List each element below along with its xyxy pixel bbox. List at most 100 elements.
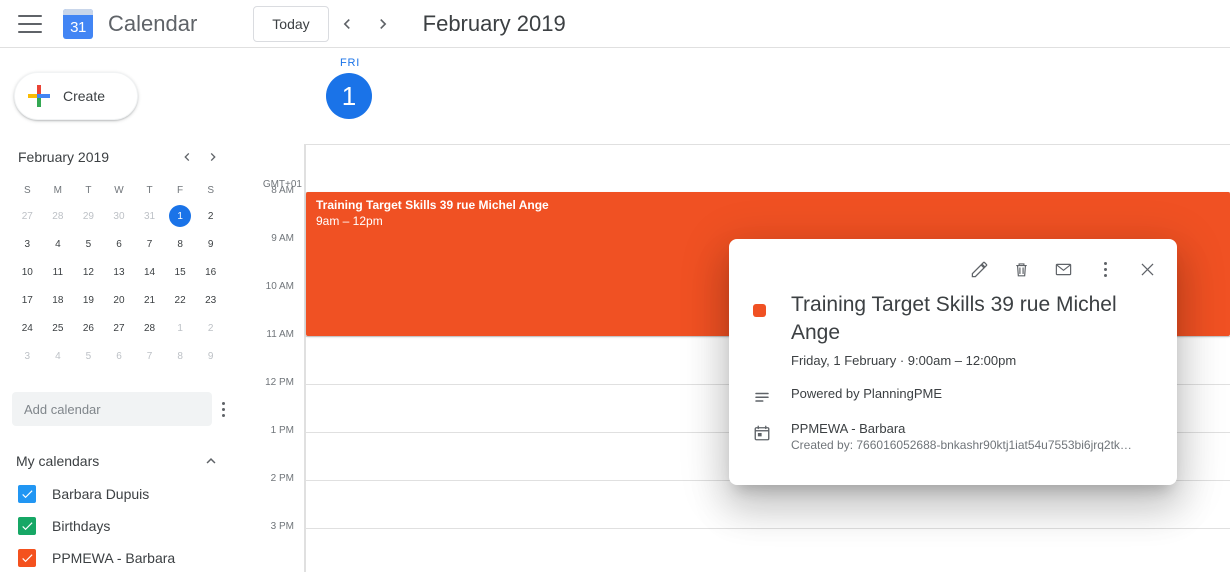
mini-calendar-day[interactable]: 7 xyxy=(134,342,165,370)
mini-calendar-prev-button[interactable] xyxy=(174,144,200,170)
add-calendar-input[interactable] xyxy=(12,392,212,426)
edit-event-button[interactable] xyxy=(959,249,999,289)
calendar-list-item[interactable]: Barbara Dupuis xyxy=(0,478,240,510)
mini-calendar-day[interactable]: 3 xyxy=(12,342,43,370)
mini-calendar-day[interactable]: 15 xyxy=(165,258,196,286)
calendar-icon-wrap xyxy=(753,420,791,442)
my-calendars-collapse-button[interactable] xyxy=(202,452,228,470)
calendar-icon xyxy=(754,425,770,441)
mini-calendar-day[interactable]: 13 xyxy=(104,258,135,286)
mini-calendar-day[interactable]: 21 xyxy=(134,286,165,314)
mini-calendar-next-button[interactable] xyxy=(200,144,226,170)
mini-calendar-day-number: 19 xyxy=(82,294,94,306)
mini-calendar-day[interactable]: 17 xyxy=(12,286,43,314)
mini-calendar-day[interactable]: 1 xyxy=(165,314,196,342)
hamburger-icon[interactable] xyxy=(18,14,42,33)
mini-calendar-day[interactable]: 4 xyxy=(43,230,74,258)
hour-row[interactable]: 2 PM xyxy=(240,473,1230,528)
mini-calendar-day[interactable]: 23 xyxy=(195,286,226,314)
create-button[interactable]: Create xyxy=(14,72,138,120)
hour-row[interactable]: 3 PM xyxy=(240,521,1230,572)
mini-calendar-header: February 2019 xyxy=(12,142,226,172)
calendar-checkbox[interactable] xyxy=(18,517,36,535)
check-icon xyxy=(22,554,33,563)
mini-calendar-day[interactable]: 27 xyxy=(12,202,43,230)
mini-calendar-day[interactable]: 4 xyxy=(43,342,74,370)
hour-row[interactable] xyxy=(240,144,1230,192)
mini-calendar-day[interactable]: 8 xyxy=(165,230,196,258)
google-calendar-logo[interactable]: 31 xyxy=(58,4,98,44)
next-period-button[interactable] xyxy=(365,6,401,42)
mini-calendar-day[interactable]: 12 xyxy=(73,258,104,286)
mini-calendar-day[interactable]: 16 xyxy=(195,258,226,286)
mini-calendar-day[interactable]: 11 xyxy=(43,258,74,286)
mini-calendar-day[interactable]: 2 xyxy=(195,202,226,230)
mini-calendar-day[interactable]: 28 xyxy=(43,202,74,230)
today-button[interactable]: Today xyxy=(253,5,329,42)
mini-calendar-day[interactable]: 18 xyxy=(43,286,74,314)
mini-calendar-day[interactable]: 6 xyxy=(104,342,135,370)
calendar-checkbox[interactable] xyxy=(18,485,36,503)
mini-calendar-day[interactable]: 26 xyxy=(73,314,104,342)
mini-calendar-week-row: 24 25 26 27 28 1 2 xyxy=(12,314,226,342)
mini-calendar-day[interactable]: 3 xyxy=(12,230,43,258)
calendar-name-label: Barbara Dupuis xyxy=(52,486,150,502)
mini-calendar-day[interactable]: 7 xyxy=(134,230,165,258)
calendar-checkbox[interactable] xyxy=(18,549,36,567)
mini-calendar-day[interactable]: 29 xyxy=(73,202,104,230)
mini-calendar-day[interactable]: 9 xyxy=(195,342,226,370)
mini-calendar-day-number: 16 xyxy=(205,266,217,278)
mini-calendar-day[interactable]: 6 xyxy=(104,230,135,258)
popup-title-row: Training Target Skills 39 rue Michel Ang… xyxy=(753,291,1153,369)
mini-calendar-week-row: 3 4 5 6 7 8 9 xyxy=(12,230,226,258)
mini-calendar-week-row: 10 11 12 13 14 15 16 xyxy=(12,258,226,286)
mini-calendar-day-number: 4 xyxy=(55,238,61,250)
mini-calendar-day[interactable]: 27 xyxy=(104,314,135,342)
mini-calendar-day-number: 9 xyxy=(207,238,214,250)
mini-calendar-day-number: 29 xyxy=(82,210,94,222)
calendar-list-item[interactable]: Birthdays xyxy=(0,510,240,542)
mini-calendar-day-number: 3 xyxy=(24,238,31,250)
calendar-list-item[interactable]: PPMEWA - Barbara xyxy=(0,542,240,572)
mini-calendar-day[interactable]: 5 xyxy=(73,230,104,258)
add-calendar-options-icon[interactable] xyxy=(218,396,228,422)
mini-calendar-day[interactable]: 24 xyxy=(12,314,43,342)
mini-calendar-day-number: 10 xyxy=(21,266,33,278)
mini-calendar-day[interactable]: 22 xyxy=(165,286,196,314)
mini-calendar-day-number: 1 xyxy=(169,205,192,227)
mini-calendar-day[interactable]: 28 xyxy=(134,314,165,342)
mini-calendar-day[interactable]: 14 xyxy=(134,258,165,286)
more-options-button[interactable] xyxy=(1085,249,1125,289)
mini-calendar-day[interactable]: 2 xyxy=(195,314,226,342)
mini-calendar-day[interactable]: 25 xyxy=(43,314,74,342)
day-number-badge[interactable]: 1 xyxy=(326,73,372,119)
mini-calendar-day[interactable]: 31 xyxy=(134,202,165,230)
mini-calendar-day-number: 6 xyxy=(116,238,122,250)
close-popup-button[interactable] xyxy=(1127,249,1167,289)
mini-calendar-day[interactable]: 19 xyxy=(73,286,104,314)
event-block-title: Training Target Skills 39 rue Michel Ang… xyxy=(316,198,549,212)
description-icon-wrap xyxy=(753,385,791,407)
mini-calendar-day[interactable]: 8 xyxy=(165,342,196,370)
email-guests-button[interactable] xyxy=(1043,249,1083,289)
mini-calendar-day-number: 18 xyxy=(52,294,64,306)
mini-calendar-day[interactable]: 5 xyxy=(73,342,104,370)
mini-calendar-day[interactable]: 1 xyxy=(165,202,196,230)
mini-calendar-day[interactable]: 20 xyxy=(104,286,135,314)
hour-label: 2 PM xyxy=(270,473,294,484)
mini-calendar-day[interactable]: 9 xyxy=(195,230,226,258)
event-details-popup: Training Target Skills 39 rue Michel Ang… xyxy=(729,239,1177,485)
chevron-right-icon xyxy=(379,18,386,29)
mini-calendar-weekday-5: F xyxy=(177,184,184,196)
close-icon xyxy=(1141,263,1153,275)
mini-calendar-day-number: 1 xyxy=(177,322,183,334)
mini-calendar-day[interactable]: 10 xyxy=(12,258,43,286)
delete-event-button[interactable] xyxy=(1001,249,1041,289)
mini-calendar-day[interactable]: 30 xyxy=(104,202,135,230)
my-calendars-label: My calendars xyxy=(16,453,100,469)
mini-calendar-day-number: 13 xyxy=(113,266,125,278)
mini-calendar-day-number: 30 xyxy=(113,210,125,222)
my-calendars-header[interactable]: My calendars xyxy=(16,450,228,472)
previous-period-button[interactable] xyxy=(329,6,365,42)
event-color-swatch-wrap xyxy=(753,291,791,317)
